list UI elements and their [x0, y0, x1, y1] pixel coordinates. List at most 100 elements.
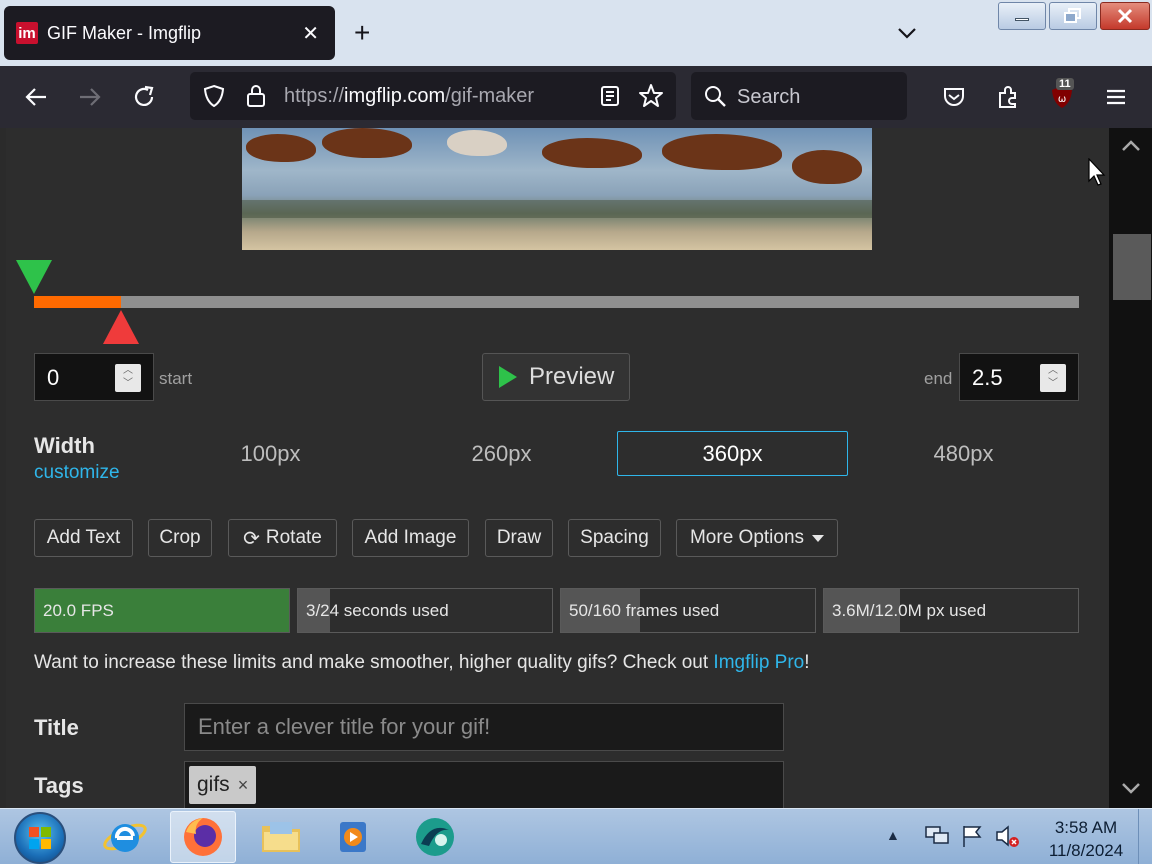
- close-window-icon: [1117, 8, 1133, 24]
- tag-chip[interactable]: gifs ×: [189, 766, 257, 804]
- width-option-100[interactable]: 100px: [155, 431, 386, 476]
- start-label: start: [159, 369, 193, 388]
- padlock-icon[interactable]: [244, 83, 268, 109]
- volume-muted-icon[interactable]: [994, 823, 1022, 849]
- pixels-meter-label: 3.6M/12.0M px used: [832, 601, 987, 620]
- pixels-used-meter: 3.6M/12.0M px used: [823, 588, 1079, 633]
- windows-start-button[interactable]: [14, 812, 66, 864]
- width-option-480[interactable]: 480px: [848, 431, 1079, 476]
- tags-label: Tags: [34, 773, 84, 798]
- restore-icon: [1064, 8, 1081, 23]
- add-image-button[interactable]: Add Image: [352, 519, 469, 557]
- mouse-cursor-icon: [1088, 158, 1106, 186]
- window-minimize-button[interactable]: [998, 2, 1046, 30]
- taskbar-internet-explorer[interactable]: [92, 811, 158, 863]
- spinner-down-icon[interactable]: ﹀: [121, 377, 135, 391]
- reload-button[interactable]: [127, 80, 161, 114]
- back-button[interactable]: [19, 80, 53, 114]
- network-icon[interactable]: [924, 823, 950, 849]
- scroll-down-arrow-icon[interactable]: [1121, 782, 1141, 796]
- rotate-button[interactable]: ⟳ Rotate: [228, 519, 337, 557]
- imgflip-favicon-icon: im: [16, 22, 38, 44]
- add-text-button[interactable]: Add Text: [34, 519, 133, 557]
- spinner-up-icon[interactable]: ︿: [1046, 364, 1060, 378]
- rotate-label: Rotate: [265, 527, 322, 548]
- tag-chip-label: gifs: [197, 773, 230, 796]
- width-option-260[interactable]: 260px: [386, 431, 617, 476]
- end-time-input[interactable]: 2.5 ︿ ﹀: [959, 353, 1079, 401]
- tab-close-icon[interactable]: ✕: [302, 21, 319, 46]
- taskbar-app[interactable]: [402, 811, 468, 863]
- scroll-up-arrow-icon[interactable]: [1121, 138, 1141, 152]
- start-time-input[interactable]: 0 ︿ ﹀: [34, 353, 154, 401]
- horse-shape: [792, 150, 862, 184]
- clock-time: 3:58 AM: [1054, 818, 1118, 837]
- spinner-down-icon[interactable]: ﹀: [1046, 377, 1060, 391]
- window-restore-button[interactable]: [1049, 2, 1097, 30]
- search-bar[interactable]: Search: [691, 72, 907, 120]
- limits-text: Want to increase these limits and make s…: [34, 652, 714, 673]
- end-trim-marker[interactable]: [102, 310, 139, 344]
- show-desktop-button[interactable]: [1138, 809, 1152, 864]
- width-option-360[interactable]: 360px: [617, 431, 848, 476]
- gif-title-input[interactable]: [184, 703, 784, 751]
- spacing-button[interactable]: Spacing: [568, 519, 661, 557]
- extensions-button[interactable]: [991, 80, 1025, 114]
- reader-view-icon[interactable]: [598, 84, 622, 108]
- scrollbar-thumb[interactable]: [1113, 234, 1151, 300]
- end-time-value: 2.5: [972, 365, 1003, 390]
- end-time-spinner[interactable]: ︿ ﹀: [1040, 364, 1066, 392]
- new-tab-plus-icon[interactable]: +: [354, 18, 370, 48]
- list-all-tabs-chevron-icon[interactable]: [894, 20, 920, 46]
- remove-tag-icon[interactable]: ×: [238, 775, 249, 796]
- action-center-flag-icon[interactable]: [960, 823, 984, 849]
- taskbar-media-player[interactable]: [320, 811, 386, 863]
- url-text[interactable]: https://imgflip.com/gif-maker: [284, 85, 534, 108]
- window-close-button[interactable]: [1100, 2, 1150, 30]
- spinner-up-icon[interactable]: ︿: [121, 364, 135, 378]
- tab-title: GIF Maker - Imgflip: [47, 22, 202, 43]
- reload-icon: [134, 85, 154, 106]
- caret-down-icon: [812, 534, 825, 542]
- frames-meter-label: 50/160 frames used: [569, 601, 720, 620]
- horse-shape: [246, 134, 316, 162]
- reflection-shape: [242, 200, 872, 218]
- gif-maker-page: 0 ︿ ﹀ start Preview end 2.5 ︿ ﹀ Width cu…: [6, 128, 1109, 808]
- start-time-spinner[interactable]: ︿ ﹀: [115, 364, 141, 392]
- more-options-button[interactable]: More Options: [676, 519, 838, 557]
- pocket-button[interactable]: [937, 80, 971, 114]
- play-icon: [499, 366, 517, 388]
- start-trim-marker[interactable]: [16, 260, 52, 294]
- horse-shape: [662, 134, 782, 170]
- tab-gif-maker[interactable]: im GIF Maker - Imgflip ✕: [4, 6, 335, 60]
- back-arrow-icon: [25, 88, 46, 106]
- hamburger-menu-icon: [1107, 89, 1125, 105]
- windows-logo-icon: [29, 827, 51, 849]
- url-path: /gif-maker: [445, 85, 535, 107]
- title-label: Title: [34, 715, 79, 740]
- tracking-protection-shield-icon[interactable]: [202, 84, 226, 108]
- fps-meter[interactable]: 20.0 FPS: [34, 588, 290, 633]
- url-scheme: https://: [284, 85, 345, 107]
- draw-button[interactable]: Draw: [485, 519, 553, 557]
- bookmark-star-icon[interactable]: [638, 83, 664, 109]
- crop-button[interactable]: Crop: [148, 519, 212, 557]
- folder-icon: [262, 822, 300, 852]
- preview-button[interactable]: Preview: [482, 353, 630, 401]
- system-clock[interactable]: 3:58 AM 11/8/2024: [1040, 816, 1132, 862]
- show-hidden-icons-arrow[interactable]: ▲: [886, 827, 900, 843]
- width-label: Width: [34, 433, 95, 458]
- app-menu-button[interactable]: [1099, 80, 1133, 114]
- address-bar[interactable]: https://imgflip.com/gif-maker: [190, 72, 676, 120]
- customize-width-link[interactable]: customize: [34, 462, 120, 484]
- horse-shape: [447, 130, 507, 156]
- taskbar-file-explorer[interactable]: [248, 811, 314, 863]
- forward-button[interactable]: [73, 80, 107, 114]
- tags-input[interactable]: gifs ×: [184, 761, 784, 808]
- tab-strip: im GIF Maker - Imgflip ✕ +: [0, 0, 1152, 66]
- search-icon: [705, 86, 726, 107]
- page-scrollbar[interactable]: [1109, 128, 1152, 808]
- taskbar-firefox[interactable]: [170, 811, 236, 863]
- imgflip-pro-link[interactable]: Imgflip Pro: [713, 652, 804, 673]
- timeline-track[interactable]: [34, 296, 1079, 308]
